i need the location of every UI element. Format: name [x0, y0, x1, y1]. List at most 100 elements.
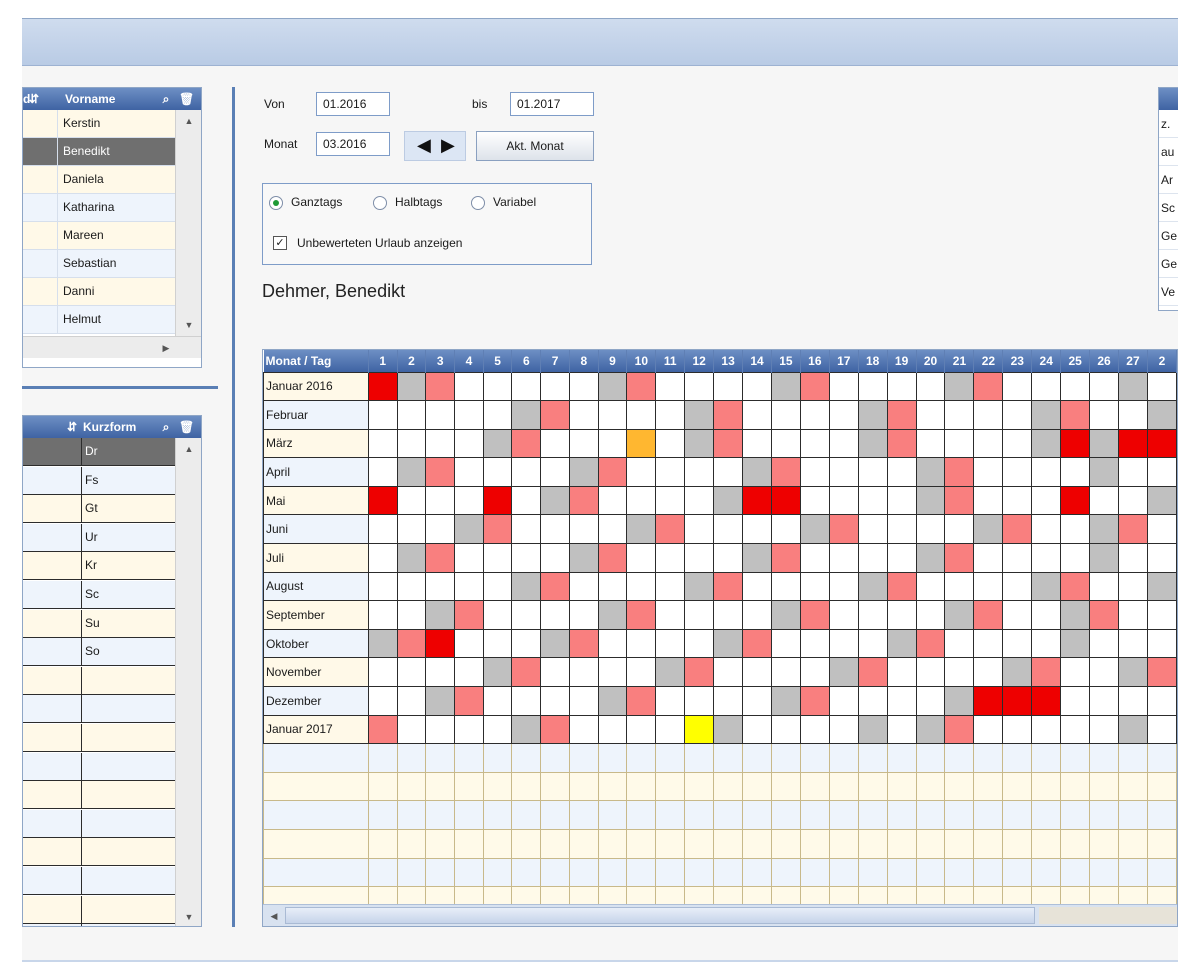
holiday-cell[interactable]	[1060, 400, 1091, 430]
day-cell[interactable]	[915, 371, 946, 402]
day-cell[interactable]	[597, 628, 628, 659]
day-cell[interactable]	[597, 485, 628, 516]
scroll-up-icon[interactable]: ▲	[178, 112, 200, 130]
holiday-cell[interactable]	[799, 686, 830, 716]
day-cell[interactable]	[396, 514, 427, 545]
day-cell[interactable]	[1089, 400, 1120, 430]
column-header-vorname[interactable]: Vorname	[65, 88, 115, 110]
weekend-cell[interactable]	[944, 600, 975, 630]
day-cell[interactable]	[367, 571, 398, 602]
day-cell[interactable]	[799, 400, 830, 430]
vacation-cell[interactable]	[1118, 428, 1148, 459]
holiday-cell[interactable]	[367, 714, 398, 745]
scroll-up-icon[interactable]: ▲	[178, 440, 200, 458]
day-cell[interactable]	[597, 657, 628, 688]
vacation-cell[interactable]	[482, 485, 513, 516]
day-cell[interactable]	[511, 628, 542, 659]
day-cell[interactable]	[367, 400, 398, 430]
day-cell[interactable]	[828, 686, 859, 716]
day-cell[interactable]	[1146, 543, 1177, 573]
weekend-cell[interactable]	[367, 628, 398, 659]
day-cell[interactable]	[425, 400, 456, 430]
radio-ganztags[interactable]	[269, 196, 283, 210]
day-cell[interactable]	[1146, 714, 1177, 745]
weekend-cell[interactable]	[684, 400, 715, 430]
day-cell[interactable]	[482, 543, 513, 573]
day-cell[interactable]	[1031, 371, 1062, 402]
day-cell[interactable]	[944, 428, 975, 459]
day-cell[interactable]	[655, 485, 686, 516]
day-cell[interactable]	[973, 400, 1004, 430]
empty-row[interactable]	[23, 695, 175, 724]
day-cell[interactable]	[713, 371, 744, 402]
holiday-cell[interactable]	[770, 457, 801, 487]
weekend-cell[interactable]	[886, 628, 917, 659]
holiday-cell[interactable]	[886, 428, 917, 459]
day-cell[interactable]	[540, 514, 570, 545]
shortcode-list-scrollbar[interactable]: ▲ ▼	[175, 438, 201, 926]
column-header-kurzform[interactable]: Kurzform	[83, 416, 136, 438]
day-cell[interactable]	[626, 400, 657, 430]
day-cell[interactable]	[944, 628, 975, 659]
weekend-cell[interactable]	[915, 714, 946, 745]
vacation-cell[interactable]	[1060, 428, 1091, 459]
employee-row[interactable]: Katharina	[23, 194, 175, 222]
splitter-horizontal[interactable]	[22, 386, 218, 389]
day-cell[interactable]	[454, 428, 484, 459]
vacation-cell[interactable]	[1031, 686, 1062, 716]
day-cell[interactable]	[511, 485, 542, 516]
day-cell[interactable]	[655, 457, 686, 487]
day-cell[interactable]	[367, 543, 398, 573]
day-cell[interactable]	[1060, 371, 1091, 402]
day-cell[interactable]	[684, 543, 715, 573]
weekend-cell[interactable]	[511, 714, 542, 745]
day-cell[interactable]	[655, 600, 686, 630]
weekend-cell[interactable]	[857, 400, 888, 430]
day-cell[interactable]	[886, 686, 917, 716]
empty-row[interactable]	[23, 924, 175, 926]
weekend-cell[interactable]	[1089, 428, 1120, 459]
day-cell[interactable]	[1031, 485, 1062, 516]
day-cell[interactable]	[568, 657, 599, 688]
day-cell[interactable]	[367, 428, 398, 459]
day-cell[interactable]	[973, 485, 1004, 516]
day-cell[interactable]	[944, 514, 975, 545]
weekend-cell[interactable]	[597, 600, 628, 630]
weekend-cell[interactable]	[626, 514, 657, 545]
day-cell[interactable]	[1031, 628, 1062, 659]
day-cell[interactable]	[482, 400, 513, 430]
weekend-cell[interactable]	[915, 543, 946, 573]
day-cell[interactable]	[568, 400, 599, 430]
day-cell[interactable]	[425, 657, 456, 688]
day-cell[interactable]	[1002, 400, 1033, 430]
right-list-item[interactable]: Sc	[1159, 194, 1178, 222]
day-cell[interactable]	[1146, 514, 1177, 545]
bis-field[interactable]: 01.2017	[510, 92, 594, 116]
holiday-cell[interactable]	[511, 657, 542, 688]
weekend-cell[interactable]	[770, 686, 801, 716]
day-cell[interactable]	[684, 628, 715, 659]
day-cell[interactable]	[857, 686, 888, 716]
weekend-cell[interactable]	[597, 371, 628, 402]
holiday-cell[interactable]	[1002, 514, 1033, 545]
day-cell[interactable]	[540, 428, 570, 459]
weekend-cell[interactable]	[1031, 571, 1062, 602]
day-cell[interactable]	[828, 543, 859, 573]
vacation-cell[interactable]	[770, 485, 801, 516]
day-cell[interactable]	[886, 371, 917, 402]
day-cell[interactable]	[1060, 686, 1091, 716]
day-cell[interactable]	[857, 457, 888, 487]
day-cell[interactable]	[454, 714, 484, 745]
day-cell[interactable]	[684, 485, 715, 516]
day-cell[interactable]	[425, 714, 456, 745]
holiday-cell[interactable]	[713, 571, 744, 602]
day-cell[interactable]	[425, 571, 456, 602]
empty-row[interactable]	[23, 838, 175, 867]
holiday-cell[interactable]	[655, 514, 686, 545]
holiday-cell[interactable]	[944, 485, 975, 516]
weekend-cell[interactable]	[1089, 457, 1120, 487]
empty-row[interactable]	[23, 724, 175, 752]
shortcode-row[interactable]: Su	[23, 609, 175, 638]
prev-month-icon[interactable]: ◀	[417, 135, 431, 156]
day-cell[interactable]	[568, 571, 599, 602]
